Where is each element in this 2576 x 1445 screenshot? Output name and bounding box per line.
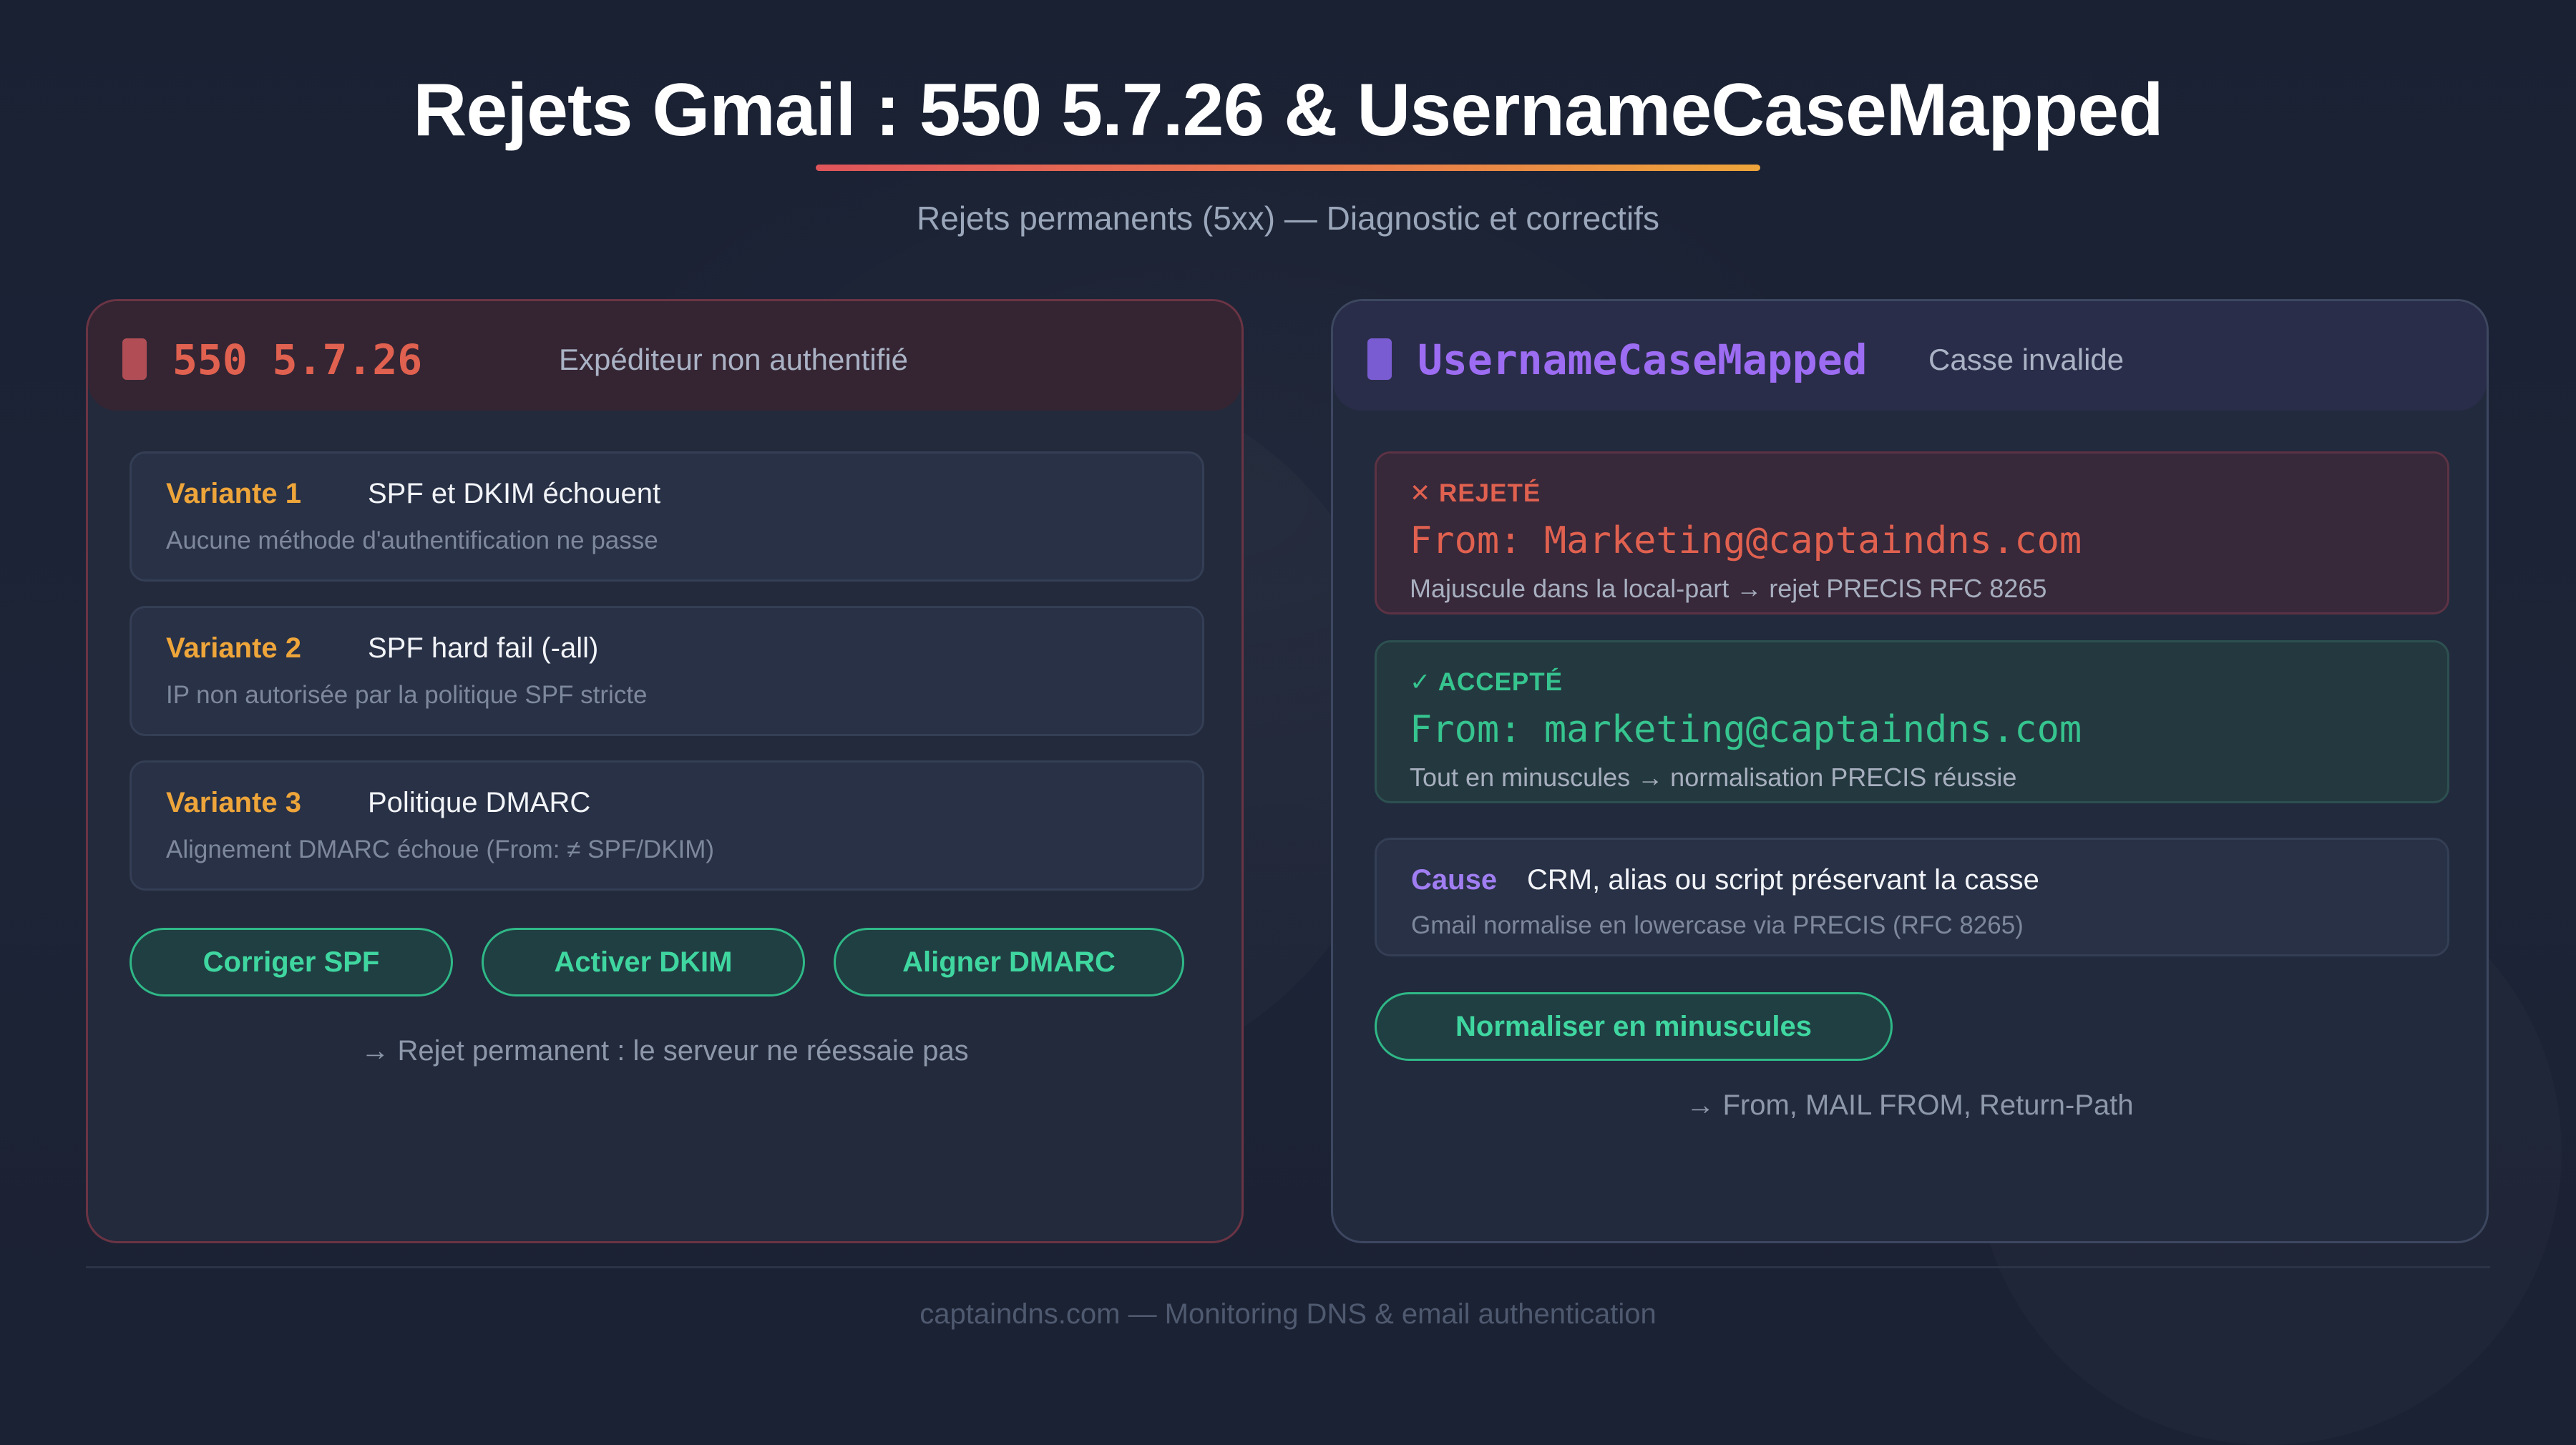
card-marker-icon (1367, 338, 1392, 380)
card-marker-icon (122, 338, 147, 380)
fix-spf-button[interactable]: Corriger SPF (130, 928, 453, 996)
variant-item: Variante 2 SPF hard fail (-all) IP non a… (130, 606, 1204, 736)
page-subtitle: Rejets permanents (5xx) — Diagnostic et … (917, 200, 1659, 237)
align-dmarc-button[interactable]: Aligner DMARC (834, 928, 1184, 996)
cause-item: Cause CRM, alias ou script préservant la… (1375, 838, 2449, 956)
cause-title: CRM, alias ou script préservant la casse (1527, 864, 2039, 896)
page-title: Rejets Gmail : 550 5.7.26 & UsernameCase… (413, 69, 2163, 152)
card-header: UsernameCaseMapped Casse invalide (1333, 301, 2487, 411)
error-card-550: 550 5.7.26 Expéditeur non authentifié Va… (86, 299, 1244, 1243)
card-footnote: → From, MAIL FROM, Return-Path (1686, 1089, 2134, 1121)
card-footnote: → Rejet permanent : le serveur ne réessa… (361, 1035, 969, 1067)
variant-label: Variante 2 (166, 632, 302, 664)
variant-title: Politique DMARC (368, 787, 591, 818)
card-header: 550 5.7.26 Expéditeur non authentifié (88, 301, 1241, 411)
variant-title: SPF et DKIM échouent (368, 478, 661, 509)
rejected-description: Majuscule dans la local-part → rejet PRE… (1410, 574, 2047, 603)
enable-dkim-button[interactable]: Activer DKIM (482, 928, 805, 996)
footer-text: captaindns.com — Monitoring DNS & email … (919, 1298, 1657, 1330)
rejected-from-header: From: Marketing@captaindns.com (1410, 519, 2082, 562)
normalize-lowercase-button[interactable]: Normaliser en minuscules (1375, 992, 1893, 1061)
rejected-label: ✕ REJETÉ (1410, 479, 1541, 507)
accepted-example: ✓ ACCEPTÉ From: marketing@captaindns.com… (1375, 640, 2449, 803)
error-card-usernamecasemapped: UsernameCaseMapped Casse invalide ✕ REJE… (1331, 299, 2489, 1243)
variant-title: SPF hard fail (-all) (368, 632, 599, 664)
accepted-from-header: From: marketing@captaindns.com (1410, 708, 2082, 751)
error-code: 550 5.7.26 (172, 335, 423, 384)
variant-description: IP non autorisée par la politique SPF st… (166, 681, 648, 709)
rejected-example: ✕ REJETÉ From: Marketing@captaindns.com … (1375, 451, 2449, 614)
variant-item: Variante 1 SPF et DKIM échouent Aucune m… (130, 451, 1204, 582)
title-underline (816, 165, 1760, 171)
cause-description: Gmail normalise en lowercase via PRECIS … (1411, 911, 2024, 939)
cause-label: Cause (1411, 864, 1498, 896)
variant-label: Variante 1 (166, 478, 302, 509)
variant-description: Aucune méthode d'authentification ne pas… (166, 526, 658, 554)
error-description: Expéditeur non authentifié (559, 343, 909, 376)
error-description: Casse invalide (1928, 343, 2124, 376)
variant-item: Variante 3 Politique DMARC Alignement DM… (130, 760, 1204, 891)
error-code: UsernameCaseMapped (1418, 335, 1868, 384)
footer-divider (86, 1266, 2490, 1268)
accepted-description: Tout en minuscules → normalisation PRECI… (1410, 763, 2017, 792)
accepted-label: ✓ ACCEPTÉ (1410, 668, 1563, 696)
variant-description: Alignement DMARC échoue (From: ≠ SPF/DKI… (166, 836, 715, 863)
variant-label: Variante 3 (166, 787, 302, 818)
